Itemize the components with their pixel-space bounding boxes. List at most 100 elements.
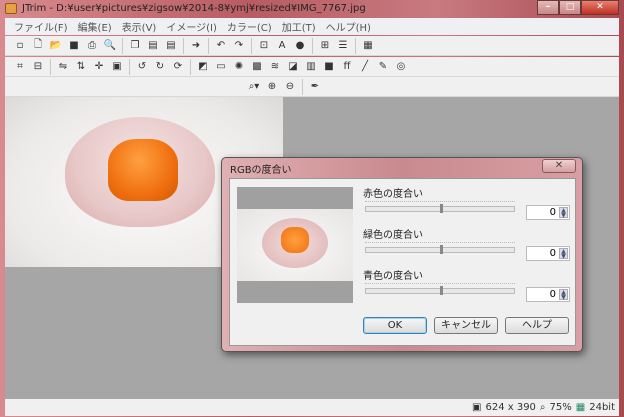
green-slider-thumb[interactable] xyxy=(440,245,443,254)
spin-arrows-icon[interactable]: ▲ ▼ xyxy=(559,248,568,260)
preview-image xyxy=(237,209,353,281)
dialog-close-button[interactable]: ✕ xyxy=(542,159,576,173)
green-slider[interactable] xyxy=(365,245,515,254)
rotate-free-icon[interactable]: ⟳ xyxy=(170,59,186,75)
preview-pane xyxy=(237,187,353,303)
black-icon[interactable]: ■ xyxy=(321,59,337,75)
fit-icon[interactable]: ⊡ xyxy=(256,38,272,54)
blue-slider[interactable] xyxy=(365,286,515,295)
green-value: 0 xyxy=(549,248,556,259)
blue-value-input[interactable]: 0 ▲ ▼ xyxy=(526,287,570,302)
blue-label: 青色の度合い xyxy=(363,271,423,282)
window-icon[interactable]: ▫ xyxy=(12,38,28,54)
zoom-out-icon[interactable]: ⊖ xyxy=(282,79,298,95)
dialog-title: RGBの度合い xyxy=(230,165,292,176)
blur-icon[interactable]: ▥ xyxy=(303,59,319,75)
menu-help[interactable]: ヘルプ(H) xyxy=(321,19,376,34)
blue-slider-thumb[interactable] xyxy=(440,286,443,295)
menu-file[interactable]: ファイル(F) xyxy=(9,19,73,34)
print-preview-icon[interactable]: 🔍 xyxy=(102,38,118,54)
pen-icon[interactable]: ╱ xyxy=(357,59,373,75)
help-button[interactable]: ヘルプ xyxy=(505,317,569,334)
cancel-button[interactable]: キャンセル xyxy=(434,317,498,334)
green-label: 緑色の度合い xyxy=(363,230,423,241)
text-icon[interactable]: A xyxy=(274,38,290,54)
green-value-input[interactable]: 0 ▲ ▼ xyxy=(526,246,570,261)
sparkle-icon[interactable]: ✺ xyxy=(231,59,247,75)
spin-arrows-icon[interactable]: ▲ ▼ xyxy=(559,289,568,301)
redo-icon[interactable]: ↷ xyxy=(231,38,247,54)
paste-new-icon[interactable]: ▤ xyxy=(163,38,179,54)
frame-icon[interactable]: ▣ xyxy=(109,59,125,75)
rgb-dialog: RGBの度合い ✕ 赤色の度合い 0 ▲ ▼ 緑色の度合い 0 ▲ ▼ 青色の度合い 0 ▲ ▼… xyxy=(221,157,583,352)
toolbar-separator xyxy=(183,37,184,54)
jelly-image xyxy=(108,139,178,201)
toolbar-separator xyxy=(302,78,303,95)
circle-icon[interactable]: ● xyxy=(292,38,308,54)
menu-process[interactable]: 加工(T) xyxy=(277,19,321,34)
menu-view[interactable]: 表示(V) xyxy=(117,19,162,34)
rotate-right-icon[interactable]: ↻ xyxy=(152,59,168,75)
save-icon[interactable]: ■ xyxy=(66,38,82,54)
open-icon[interactable]: 📂 xyxy=(48,38,64,54)
text-ff-icon[interactable]: ff xyxy=(339,59,355,75)
zoom-dropdown-icon[interactable]: ⌕▾ xyxy=(246,79,262,95)
toolbar-separator xyxy=(129,58,130,75)
color-depth-icon: ▦ xyxy=(575,402,586,413)
flip-h-icon[interactable]: ⇋ xyxy=(55,59,71,75)
toolbar-main: ▫ 🗋 📂 ■ ⎙ 🔍 ❐ ▤ ▤ ➜ ↶ ↷ ⊡ A ● ⊞ ☰ ▦ xyxy=(5,36,619,56)
red-slider[interactable] xyxy=(365,204,515,213)
menu-image[interactable]: イメージ(I) xyxy=(161,19,222,34)
toolbar-separator xyxy=(355,37,356,54)
app-icon xyxy=(5,3,17,14)
toolbar-effects: ⌗ ⊟ ⇋ ⇅ ✛ ▣ ↺ ↻ ⟳ ◩ ▭ ✺ ▩ ≋ ◪ ▥ ■ ff ╱ ✎ ◎ xyxy=(5,57,619,77)
spiral-icon[interactable]: ◎ xyxy=(393,59,409,75)
red-label: 赤色の度合い xyxy=(363,189,423,200)
red-value-input[interactable]: 0 ▲ ▼ xyxy=(526,205,570,220)
zoom-icon: ⌕ xyxy=(539,402,546,413)
grid-icon[interactable]: ⊞ xyxy=(317,38,333,54)
image-size-icon: ▣ xyxy=(472,402,482,413)
toolbar-zoom: ⌕▾ ⊕ ⊖ ✒ xyxy=(5,77,619,97)
flat-icon[interactable]: ▭ xyxy=(213,59,229,75)
dialog-body: 赤色の度合い 0 ▲ ▼ 緑色の度合い 0 ▲ ▼ 青色の度合い 0 ▲ ▼ OK キャンセル … xyxy=(229,178,576,346)
preview-jelly xyxy=(281,227,309,253)
crop-icon[interactable]: ⌗ xyxy=(12,59,28,75)
spin-arrows-icon[interactable]: ▲ ▼ xyxy=(559,207,568,219)
undo-icon[interactable]: ↶ xyxy=(213,38,229,54)
brush-icon[interactable]: ✎ xyxy=(375,59,391,75)
color-icon[interactable]: ▦ xyxy=(360,38,376,54)
ok-button[interactable]: OK xyxy=(363,317,427,334)
red-value: 0 xyxy=(549,207,556,218)
menu-bar: ファイル(F) 編集(E) 表示(V) イメージ(I) カラー(C) 加工(T)… xyxy=(5,18,619,35)
new-icon[interactable]: 🗋 xyxy=(30,38,46,54)
menu-edit[interactable]: 編集(E) xyxy=(73,19,117,34)
minimize-button[interactable]: – xyxy=(537,0,559,15)
capture-icon[interactable]: ➜ xyxy=(188,38,204,54)
menu-color[interactable]: カラー(C) xyxy=(222,19,277,34)
resize-icon[interactable]: ⊟ xyxy=(30,59,46,75)
close-button[interactable]: ✕ xyxy=(581,0,619,15)
toolbar-separator xyxy=(122,37,123,54)
rotate-icon[interactable]: ✛ xyxy=(91,59,107,75)
toolbar-separator xyxy=(312,37,313,54)
toolbar-separator xyxy=(208,37,209,54)
rotate-left-icon[interactable]: ↺ xyxy=(134,59,150,75)
eyedropper-icon[interactable]: ✒ xyxy=(307,79,323,95)
copy-icon[interactable]: ❐ xyxy=(127,38,143,54)
red-slider-thumb[interactable] xyxy=(440,204,443,213)
maximize-button[interactable]: □ xyxy=(559,0,581,15)
emboss-icon[interactable]: ◪ xyxy=(285,59,301,75)
status-bar: ▣ 624 x 390 ⌕ 75% ▦ 24bit xyxy=(5,399,619,416)
shadow-icon[interactable]: ◩ xyxy=(195,59,211,75)
print-icon[interactable]: ⎙ xyxy=(84,38,100,54)
zoom-in-icon[interactable]: ⊕ xyxy=(264,79,280,95)
wave-icon[interactable]: ≋ xyxy=(267,59,283,75)
mosaic-icon[interactable]: ▩ xyxy=(249,59,265,75)
image-size: 624 x 390 xyxy=(485,402,536,413)
paste-icon[interactable]: ▤ xyxy=(145,38,161,54)
flip-v-icon[interactable]: ⇅ xyxy=(73,59,89,75)
color-depth: 24bit xyxy=(589,402,615,413)
stripe-icon[interactable]: ☰ xyxy=(335,38,351,54)
window-title: JTrim - D:¥user¥pictures¥zigsow¥2014-8¥y… xyxy=(22,3,366,14)
